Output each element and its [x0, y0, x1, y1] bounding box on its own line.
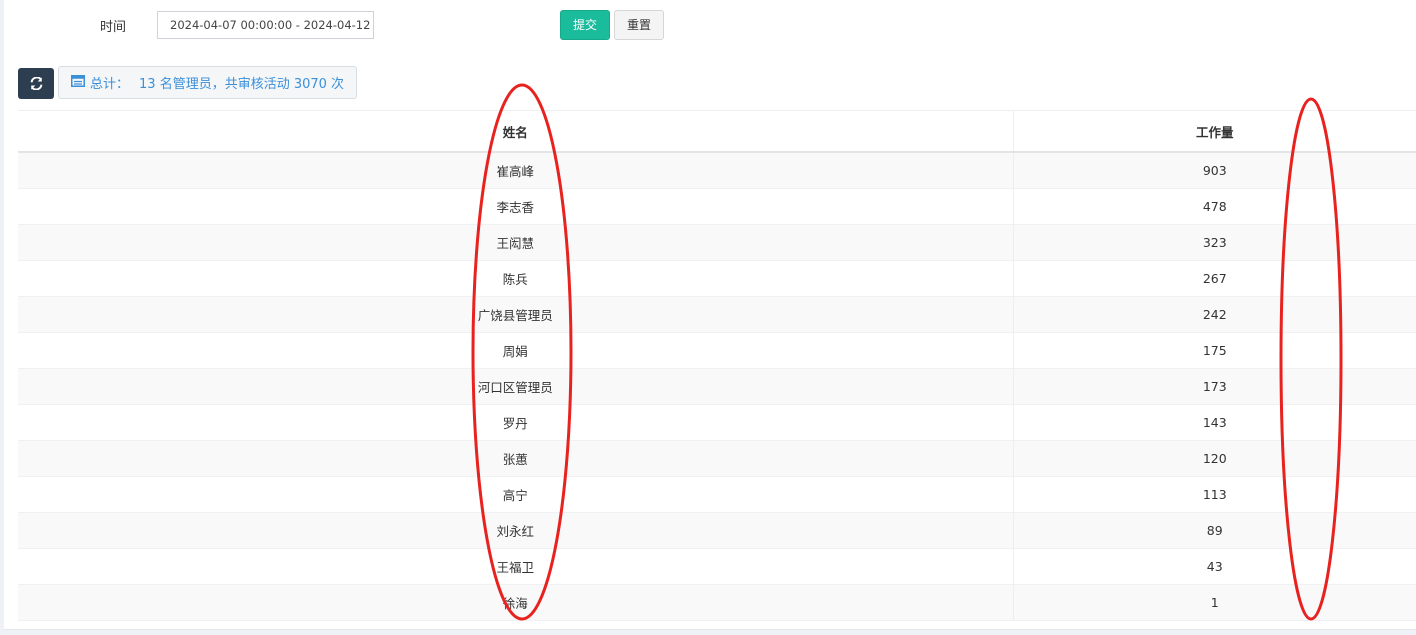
cell-workload: 120 [1013, 440, 1416, 477]
cell-name: 王闳慧 [18, 224, 1014, 261]
table-row: 河口区管理员 173 [18, 368, 1416, 405]
table-row: 徐海 1 [18, 584, 1416, 621]
table-row: 广饶县管理员 242 [18, 296, 1416, 333]
cell-name: 陈兵 [18, 260, 1014, 297]
table-row: 王闳慧 323 [18, 224, 1416, 261]
refresh-button[interactable] [18, 68, 54, 99]
table-header-row: 姓名 工作量 [18, 110, 1416, 153]
table-row: 陈兵 267 [18, 260, 1416, 297]
table-row: 崔高峰 903 [18, 152, 1416, 189]
cell-workload: 903 [1013, 152, 1416, 189]
refresh-icon [30, 77, 42, 90]
cell-workload: 478 [1013, 188, 1416, 225]
table-row: 周娟 175 [18, 332, 1416, 369]
table-row: 高宁 113 [18, 476, 1416, 513]
table-row: 张蕙 120 [18, 440, 1416, 477]
cell-workload: 323 [1013, 224, 1416, 261]
column-header-workload[interactable]: 工作量 [1013, 110, 1416, 153]
table-row: 罗丹 143 [18, 404, 1416, 441]
summary-prefix: 总计： [90, 77, 130, 92]
table-row: 王福卫 43 [18, 548, 1416, 585]
cell-name: 崔高峰 [18, 152, 1014, 189]
summary-text: 13 名管理员，共审核活动 3070 次 [139, 77, 345, 92]
cell-workload: 173 [1013, 368, 1416, 405]
cell-name: 河口区管理员 [18, 368, 1014, 405]
cell-workload: 267 [1013, 260, 1416, 297]
table-row: 刘永红 89 [18, 512, 1416, 549]
workload-table: 姓名 工作量 崔高峰 903 李志香 478 王闳慧 323 陈兵 267 广饶… [18, 110, 1416, 621]
time-range-input[interactable]: 2024-04-07 00:00:00 - 2024-04-12 23:59:5… [157, 11, 374, 39]
list-icon [71, 74, 85, 91]
cell-workload: 89 [1013, 512, 1416, 549]
cell-workload: 43 [1013, 548, 1416, 585]
cell-name: 徐海 [18, 584, 1014, 621]
cell-workload: 113 [1013, 476, 1416, 513]
submit-button[interactable]: 提交 [560, 10, 610, 40]
cell-name: 高宁 [18, 476, 1014, 513]
cell-name: 广饶县管理员 [18, 296, 1014, 333]
cell-workload: 1 [1013, 584, 1416, 621]
cell-workload: 143 [1013, 404, 1416, 441]
column-header-name[interactable]: 姓名 [18, 110, 1014, 153]
cell-name: 周娟 [18, 332, 1014, 369]
cell-name: 张蕙 [18, 440, 1014, 477]
reset-button[interactable]: 重置 [614, 10, 664, 40]
cell-workload: 175 [1013, 332, 1416, 369]
cell-name: 刘永红 [18, 512, 1014, 549]
cell-workload: 242 [1013, 296, 1416, 333]
cell-name: 李志香 [18, 188, 1014, 225]
table-row: 李志香 478 [18, 188, 1416, 225]
cell-name: 罗丹 [18, 404, 1014, 441]
cell-name: 王福卫 [18, 548, 1014, 585]
time-label: 时间 [100, 20, 127, 35]
summary-box: 总计： 13 名管理员，共审核活动 3070 次 [58, 66, 358, 99]
